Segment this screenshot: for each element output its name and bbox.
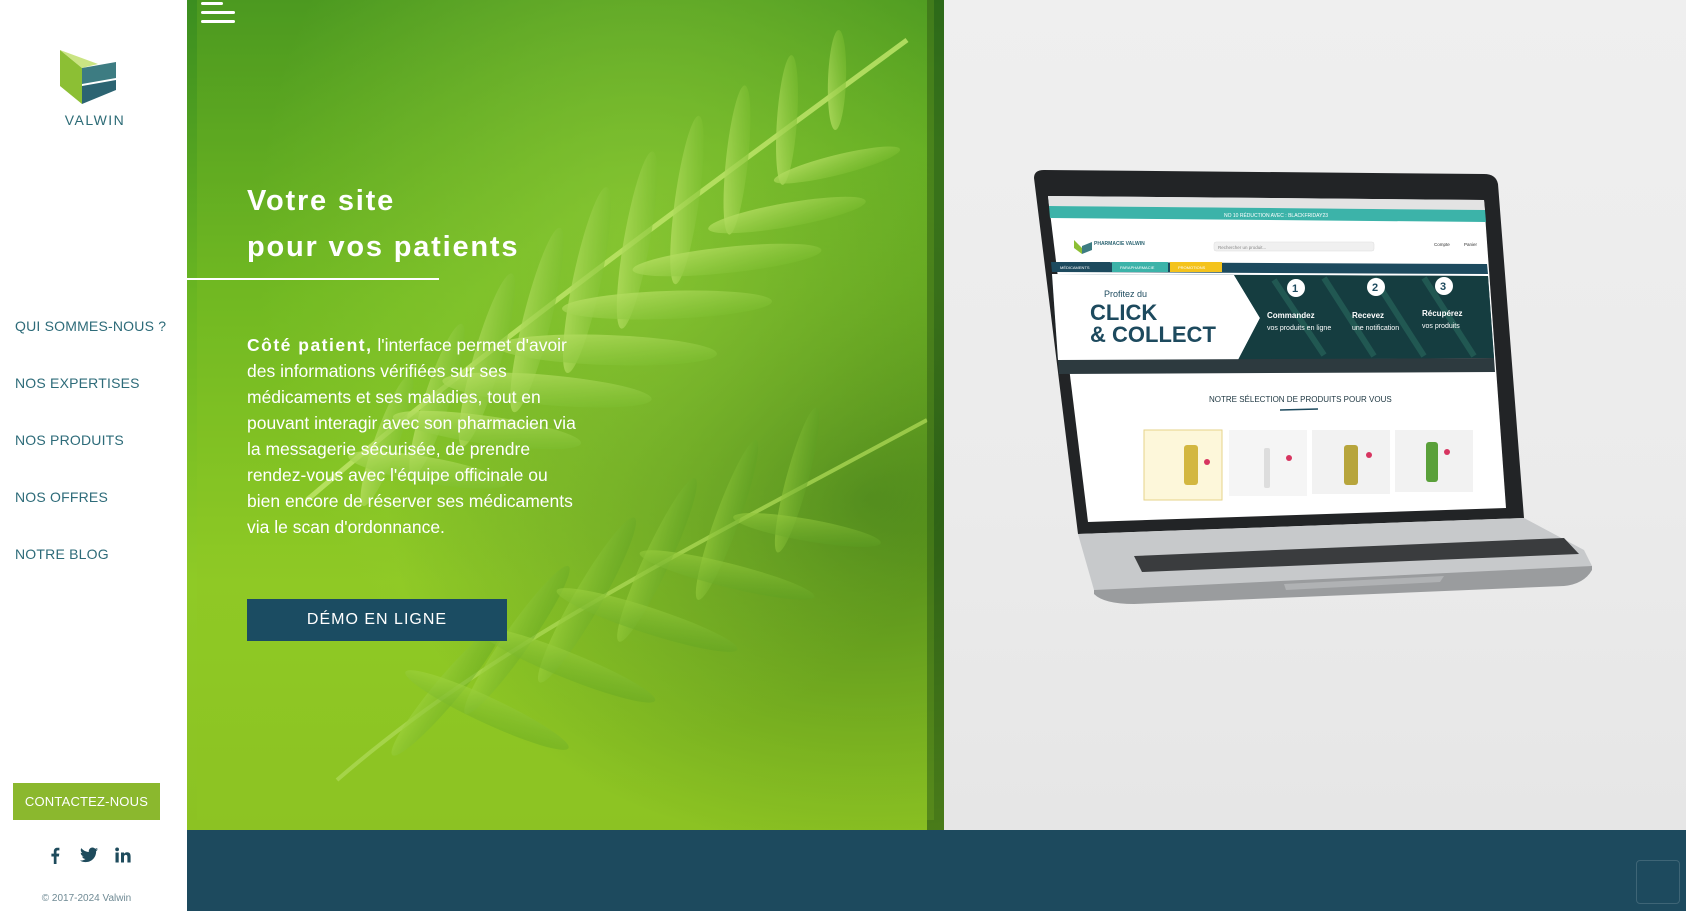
twitter-icon[interactable]	[80, 846, 98, 864]
mockup-step-number: 3	[1440, 281, 1446, 293]
nav-link-expertises[interactable]: NOS EXPERTISES	[15, 375, 140, 391]
mockup-step-number: 1	[1292, 283, 1298, 295]
nav-item-offers[interactable]: NOS OFFRES	[15, 489, 166, 546]
valwin-logo-icon	[60, 50, 116, 104]
mockup-banner-title2: & COLLECT	[1090, 322, 1216, 347]
footer-band	[187, 830, 1686, 911]
mockup-promo-text: NO 10 RÉDUCTION AVEC : BLACKFRIDAY23	[1224, 212, 1328, 219]
hero-title-underline	[187, 278, 439, 280]
nav-item-about[interactable]: QUI SOMMES-NOUS ?	[15, 318, 166, 375]
social-links	[46, 846, 132, 864]
brand-logo[interactable]: VALWIN	[50, 48, 140, 128]
mockup-search-placeholder: Rechercher un produit...	[1218, 245, 1266, 250]
mockup-step-number: 2	[1372, 282, 1378, 294]
mockup-menu-item: PROMOTIONS	[1178, 265, 1206, 270]
laptop-mockup-image: NO 10 RÉDUCTION AVEC : BLACKFRIDAY23 PHA…	[1034, 170, 1592, 604]
hero-description-lead: Côté patient,	[247, 335, 373, 355]
mockup-banner-intro: Profitez du	[1104, 289, 1147, 299]
nav-item-expertises[interactable]: NOS EXPERTISES	[15, 375, 166, 432]
copyright: © 2017-2024 Valwin	[41, 893, 132, 904]
nav-link-about[interactable]: QUI SOMMES-NOUS ?	[15, 318, 166, 334]
hamburger-menu-icon[interactable]	[201, 2, 237, 30]
brand-name: VALWIN	[64, 112, 126, 128]
mockup-step-bold: Commandez	[1267, 311, 1315, 320]
hero-title: Votre site pour vos patients	[247, 178, 519, 270]
nav-link-products[interactable]: NOS PRODUITS	[15, 432, 124, 448]
mockup-pharmacy-name: PHARMACIE VALWIN	[1094, 241, 1145, 247]
hero-title-line1: Votre site	[247, 185, 396, 217]
mockup-step-text: vos produits en ligne	[1267, 325, 1331, 332]
hero-title-line2: pour vos patients	[247, 231, 520, 263]
main-nav: QUI SOMMES-NOUS ? NOS EXPERTISES NOS PRO…	[15, 318, 166, 603]
sidebar: VALWIN QUI SOMMES-NOUS ? NOS EXPERTISES …	[0, 0, 187, 911]
hero-description-body: l'interface permet d'avoir des informati…	[247, 335, 576, 537]
nav-link-blog[interactable]: NOTRE BLOG	[15, 546, 109, 562]
linkedin-icon[interactable]	[114, 846, 132, 864]
mockup-menu-item: MÉDICAMENTS	[1060, 265, 1090, 270]
nav-item-products[interactable]: NOS PRODUITS	[15, 432, 166, 489]
facebook-icon[interactable]	[46, 846, 64, 864]
contact-button[interactable]: CONTACTEZ-NOUS	[13, 783, 160, 820]
laptop-mockup-area: NO 10 RÉDUCTION AVEC : BLACKFRIDAY23 PHA…	[944, 0, 1686, 830]
mockup-section-title: NOTRE SÉLECTION DE PRODUITS POUR VOUS	[1209, 395, 1392, 404]
nav-link-offers[interactable]: NOS OFFRES	[15, 489, 108, 505]
demo-button[interactable]: DÉMO EN LIGNE	[247, 599, 507, 641]
mockup-step-text: une notification	[1352, 325, 1399, 332]
scroll-to-top-button[interactable]	[1636, 860, 1680, 904]
mockup-account-label: Compte	[1434, 242, 1450, 247]
mockup-cart-label: Panier	[1464, 242, 1478, 247]
mockup-menu-item: NOS CONSEILS	[1312, 265, 1342, 270]
nav-item-blog[interactable]: NOTRE BLOG	[15, 546, 166, 603]
mockup-menu-item: VOTRE PHARMACIE	[1228, 265, 1267, 270]
hero-description: Côté patient, l'interface permet d'avoir…	[247, 332, 577, 540]
mockup-menu-item: NOS SERVICES	[1274, 265, 1304, 270]
mockup-menu-item: PARAPHARMACIE	[1120, 265, 1155, 270]
mockup-step-text: vos produits	[1422, 323, 1460, 330]
hero-section: Votre site pour vos patients Côté patien…	[187, 0, 944, 830]
mockup-step-bold: Recevez	[1352, 311, 1384, 320]
mockup-step-bold: Récupérez	[1422, 309, 1462, 318]
